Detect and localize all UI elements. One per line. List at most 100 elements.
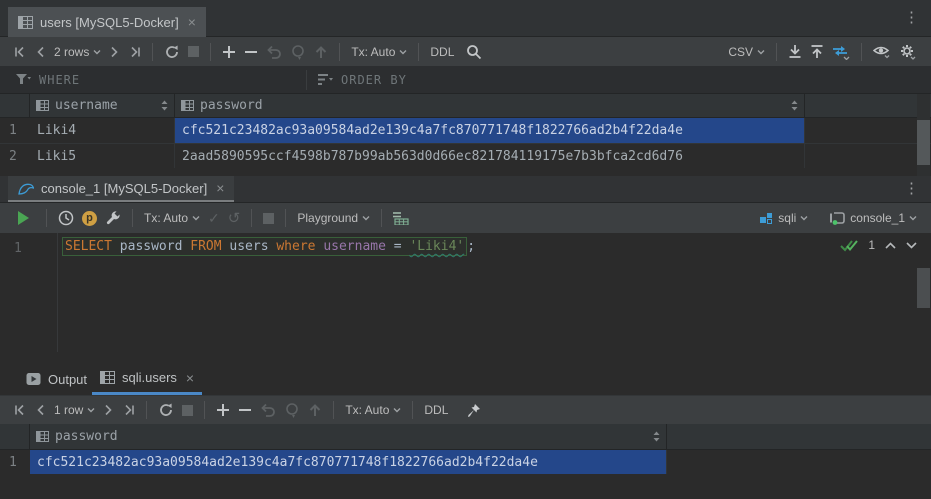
console-toolbar-right: sqli console_1 — [755, 203, 921, 233]
first-page-icon[interactable] — [10, 41, 32, 63]
grid-header-row: username password — [0, 94, 931, 118]
sort-lines-icon — [318, 73, 333, 86]
playground-mode-selector[interactable]: Playground — [293, 207, 374, 229]
editor-gutter — [0, 233, 58, 352]
prev-page-icon[interactable] — [32, 399, 50, 421]
sql-statement-line[interactable]: SELECT password FROM users where usernam… — [62, 239, 475, 254]
where-label: WHERE — [39, 73, 80, 87]
refresh-icon[interactable] — [154, 399, 178, 421]
table-row[interactable]: 1 Liki4 cfc521c23482ac93a09584ad2e139c4a… — [0, 118, 931, 143]
page-size-selector[interactable]: 2 rows — [50, 41, 105, 63]
order-by-field[interactable]: ORDER BY — [306, 73, 407, 87]
tab-console[interactable]: console_1 [MySQL5-Docker] × — [8, 176, 234, 202]
cell-username[interactable]: Liki4 — [30, 118, 175, 143]
schema-icon — [759, 211, 773, 225]
tab-result-grid[interactable]: sqli.users × — [92, 363, 202, 395]
close-icon[interactable]: × — [216, 181, 224, 195]
table-row[interactable]: 1 cfc521c23482ac93a09584ad2e139c4a7fc870… — [0, 450, 931, 474]
view-options-icon[interactable] — [869, 41, 895, 63]
next-result-chevron-icon[interactable] — [906, 242, 917, 249]
chevron-down-icon — [909, 215, 917, 221]
history-clock-icon[interactable] — [54, 207, 78, 229]
settings-gear-icon[interactable] — [895, 41, 921, 63]
sort-toggle-icon[interactable] — [653, 430, 660, 443]
order-by-label: ORDER BY — [341, 73, 407, 87]
delete-row-icon[interactable] — [240, 41, 262, 63]
wrench-settings-icon[interactable] — [101, 207, 125, 229]
stop-icon — [184, 41, 203, 63]
tab-output[interactable]: Output — [18, 363, 95, 395]
column-label: password — [200, 98, 263, 113]
first-page-icon[interactable] — [10, 399, 32, 421]
run-button[interactable] — [14, 207, 33, 229]
ddl-button[interactable]: DDL — [420, 399, 452, 421]
chevron-down-icon — [757, 49, 765, 55]
export-data-icon[interactable] — [784, 41, 806, 63]
console-tab-bar: console_1 [MySQL5-Docker] × ⋮ — [0, 176, 931, 203]
grid-corner[interactable] — [0, 424, 30, 449]
refresh-icon[interactable] — [160, 41, 184, 63]
tab-users-table[interactable]: users [MySQL5-Docker] × — [8, 7, 206, 37]
grid-corner[interactable] — [0, 94, 30, 117]
filter-funnel-icon — [16, 73, 31, 86]
schema-selector[interactable]: sqli — [755, 207, 812, 229]
column-header-password[interactable]: password — [30, 424, 667, 449]
kebab-menu-icon[interactable]: ⋮ — [904, 10, 919, 25]
tx-mode-selector[interactable]: Tx: Auto — [341, 399, 405, 421]
compare-data-icon[interactable] — [828, 41, 854, 63]
chevron-down-icon — [399, 49, 407, 55]
parameters-icon[interactable]: p — [78, 207, 101, 229]
chevron-down-icon — [192, 215, 200, 221]
column-header-username[interactable]: username — [30, 94, 175, 117]
filter-bar: WHERE ORDER BY — [0, 66, 931, 94]
column-icon — [36, 100, 49, 111]
last-page-icon[interactable] — [123, 41, 145, 63]
pin-tab-icon[interactable] — [462, 399, 485, 421]
last-page-icon[interactable] — [117, 399, 139, 421]
cell-password-selected[interactable]: cfc521c23482ac93a09584ad2e139c4a7fc87077… — [175, 118, 805, 143]
cell-password[interactable]: 2aad5890595ccf4598b787b99ab563d0d66ec821… — [175, 144, 805, 168]
add-row-icon[interactable] — [218, 41, 240, 63]
column-header-password[interactable]: password — [175, 94, 805, 117]
sort-toggle-icon[interactable] — [161, 99, 168, 112]
table-icon — [100, 371, 115, 384]
sort-toggle-icon[interactable] — [791, 99, 798, 112]
column-icon — [36, 431, 49, 442]
prev-page-icon[interactable] — [32, 41, 50, 63]
export-format-selector[interactable]: CSV — [724, 41, 769, 63]
result-panel-tab-bar: Output sqli.users × — [0, 352, 931, 395]
add-row-icon[interactable] — [212, 399, 234, 421]
tab-result-label: sqli.users — [122, 370, 177, 385]
tx-mode-selector[interactable]: Tx: Auto — [140, 207, 204, 229]
session-selector[interactable]: console_1 — [826, 207, 921, 229]
table-row[interactable]: 2 Liki5 2aad5890595ccf4598b787b99ab563d0… — [0, 143, 931, 168]
tab-output-label: Output — [48, 372, 87, 387]
cell-password-selected[interactable]: cfc521c23482ac93a09584ad2e139c4a7fc87077… — [30, 450, 667, 474]
editor-scrollbar-thumb[interactable] — [917, 268, 930, 308]
reload-changes-icon — [280, 399, 304, 421]
sql-editor[interactable]: 1 SELECT password FROM users where usern… — [0, 233, 931, 352]
grid-scrollbar-thumb[interactable] — [917, 120, 930, 165]
submit-icon — [304, 399, 326, 421]
close-icon[interactable]: × — [188, 15, 196, 29]
page-size-selector[interactable]: 1 row — [50, 399, 99, 421]
import-data-icon[interactable] — [806, 41, 828, 63]
stop-icon — [178, 399, 197, 421]
cell-username[interactable]: Liki5 — [30, 144, 175, 168]
prev-result-chevron-icon[interactable] — [885, 242, 896, 249]
ddl-button[interactable]: DDL — [426, 41, 458, 63]
revert-icon — [256, 399, 280, 421]
search-icon[interactable] — [462, 41, 486, 63]
output-layout-icon[interactable] — [389, 207, 414, 229]
where-filter-field[interactable]: WHERE — [0, 73, 306, 87]
revert-icon — [262, 41, 286, 63]
stop-icon — [259, 207, 278, 229]
tx-mode-selector[interactable]: Tx: Auto — [347, 41, 411, 63]
kebab-menu-icon[interactable]: ⋮ — [904, 181, 919, 196]
next-page-icon[interactable] — [105, 41, 123, 63]
tab-users-label: users [MySQL5-Docker] — [40, 15, 179, 30]
delete-row-icon[interactable] — [234, 399, 256, 421]
close-icon[interactable]: × — [186, 371, 194, 385]
line-number: 1 — [14, 241, 22, 256]
next-page-icon[interactable] — [99, 399, 117, 421]
